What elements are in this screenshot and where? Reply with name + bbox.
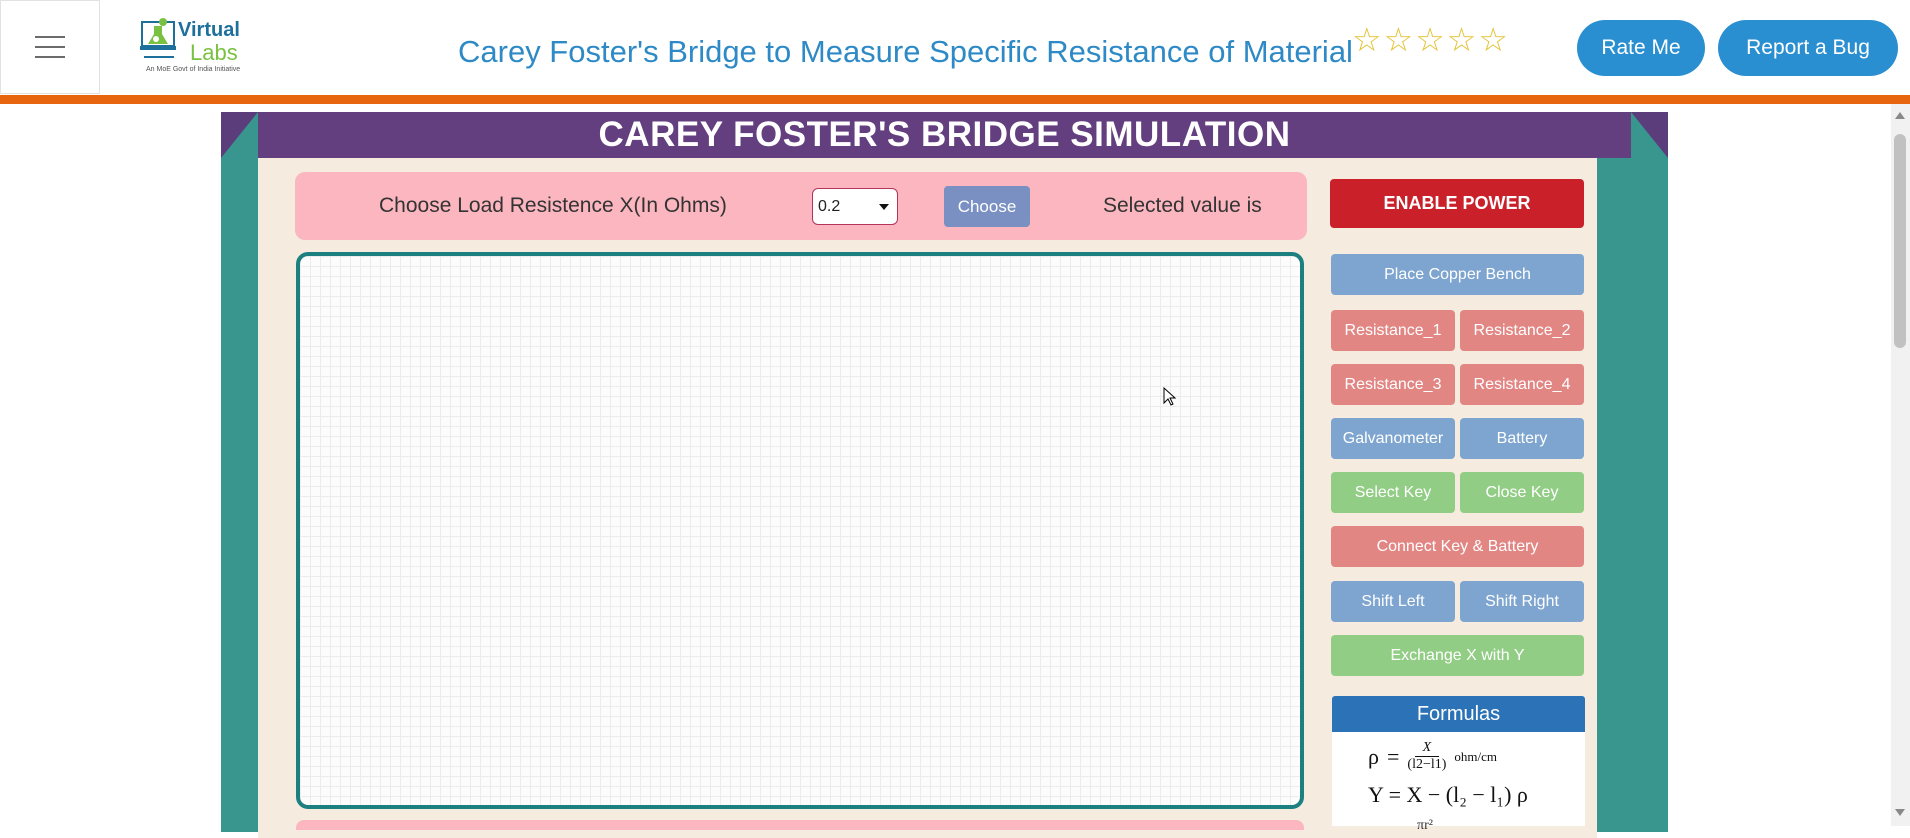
menu-icon-bar xyxy=(35,56,65,58)
resistance-3-button[interactable]: Resistance_3 xyxy=(1331,364,1455,405)
lower-panel-edge xyxy=(296,820,1304,830)
page-scrollbar[interactable] xyxy=(1891,104,1910,826)
star-icon[interactable]: ☆ xyxy=(1384,22,1414,58)
resistance-2-button[interactable]: Resistance_2 xyxy=(1460,310,1584,351)
rho-numerator: X xyxy=(1414,740,1440,757)
simulation-canvas[interactable] xyxy=(296,252,1304,809)
select-key-button[interactable]: Select Key xyxy=(1331,472,1455,513)
scroll-up-arrow-icon[interactable] xyxy=(1895,112,1905,119)
rating-stars[interactable]: ☆ ☆ ☆ ☆ ☆ xyxy=(1352,22,1508,58)
resistance-1-button[interactable]: Resistance_1 xyxy=(1331,310,1455,351)
report-bug-button[interactable]: Report a Bug xyxy=(1718,20,1898,76)
place-copper-bench-button[interactable]: Place Copper Bench xyxy=(1331,254,1584,295)
formulas-panel: ρ = X (l2−l1) ohm/cm Y = X − (l₂ − l₁) ρ… xyxy=(1332,732,1585,833)
header-accent-bar xyxy=(0,95,1910,104)
close-key-button[interactable]: Close Key xyxy=(1460,472,1584,513)
rho-symbol: ρ xyxy=(1368,743,1379,769)
rate-me-button[interactable]: Rate Me xyxy=(1577,20,1705,76)
load-resistance-label: Choose Load Resistence X(In Ohms) xyxy=(379,194,727,217)
formula-partial-line: πr² xyxy=(1417,818,1433,833)
battery-button[interactable]: Battery xyxy=(1460,418,1584,459)
exchange-x-y-button[interactable]: Exchange X with Y xyxy=(1331,635,1584,676)
flask-icon xyxy=(140,18,176,58)
connect-key-battery-button[interactable]: Connect Key & Battery xyxy=(1331,526,1584,567)
galvanometer-button[interactable]: Galvanometer xyxy=(1331,418,1455,459)
menu-icon-bar xyxy=(35,46,65,48)
rho-fraction: X (l2−l1) xyxy=(1407,740,1446,773)
resistance-4-button[interactable]: Resistance_4 xyxy=(1460,364,1584,405)
logo-text-virtual: Virtual xyxy=(178,19,240,41)
rho-unit: ohm/cm xyxy=(1454,748,1498,764)
frame-corner-left xyxy=(221,112,258,158)
simulation-title: CAREY FOSTER'S BRIDGE SIMULATION xyxy=(598,115,1291,154)
menu-icon xyxy=(35,36,65,38)
hamburger-menu-button[interactable] xyxy=(0,0,100,94)
simulation-title-bar: CAREY FOSTER'S BRIDGE SIMULATION xyxy=(258,112,1631,158)
logo-text-labs: Labs xyxy=(190,40,238,65)
y-formula: Y = X − (l₂ − l₁) ρ xyxy=(1368,782,1528,807)
star-icon[interactable]: ☆ xyxy=(1447,22,1477,58)
star-icon[interactable]: ☆ xyxy=(1478,22,1508,58)
formulas-heading: Formulas xyxy=(1332,696,1585,732)
mouse-cursor-icon xyxy=(1163,387,1177,406)
page-title: Carey Foster's Bridge to Measure Specifi… xyxy=(458,34,1353,69)
select-value: 0.2 xyxy=(818,197,841,215)
virtual-labs-logo[interactable]: Virtual Labs An MoE Govt of India Initia… xyxy=(138,16,250,78)
chevron-down-icon xyxy=(879,203,889,210)
logo-tagline: An MoE Govt of India Initiative xyxy=(146,66,241,73)
equals-sign: = xyxy=(1386,743,1400,769)
frame-corner-right xyxy=(1631,112,1668,158)
load-resistance-select[interactable]: 0.2 xyxy=(812,188,898,225)
shift-right-button[interactable]: Shift Right xyxy=(1460,581,1584,622)
shift-left-button[interactable]: Shift Left xyxy=(1331,581,1455,622)
star-icon[interactable]: ☆ xyxy=(1352,22,1382,58)
top-header: Virtual Labs An MoE Govt of India Initia… xyxy=(0,0,1910,96)
choose-button[interactable]: Choose xyxy=(944,186,1030,227)
star-icon[interactable]: ☆ xyxy=(1415,22,1445,58)
scroll-down-arrow-icon[interactable] xyxy=(1895,809,1905,816)
enable-power-button[interactable]: ENABLE POWER xyxy=(1330,179,1584,228)
load-resistance-panel: Choose Load Resistence X(In Ohms) 0.2 Ch… xyxy=(295,172,1307,240)
rho-formula: ρ = X (l2−l1) ohm/cm xyxy=(1368,740,1497,773)
selected-value-label: Selected value is xyxy=(1103,194,1262,217)
rho-denominator: (l2−l1) xyxy=(1407,757,1447,772)
scroll-thumb[interactable] xyxy=(1894,134,1906,348)
